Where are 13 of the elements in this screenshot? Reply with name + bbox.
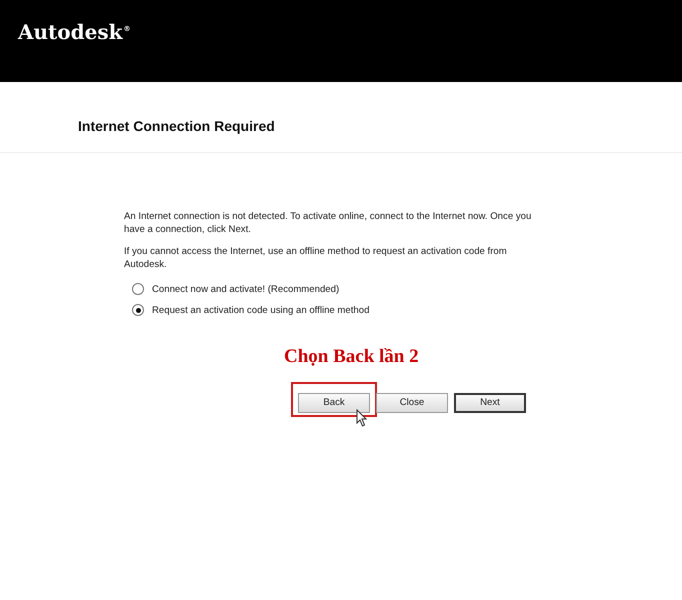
page-title: Internet Connection Required <box>78 117 275 134</box>
cursor-icon <box>356 409 368 427</box>
message-text: An Internet connection is not detected. To activate online, connect to the Internet now. Once you have a connection, click Next. <box>124 210 532 236</box>
radio-button[interactable] <box>132 283 144 295</box>
logo: Autodesk$^{®}$ <box>18 20 130 44</box>
message-text: If you cannot access the Internet, use an offline method to request an activation code from Autodesk. <box>124 245 508 271</box>
back-button[interactable]: Back <box>298 392 370 412</box>
radio-option[interactable]: Connect now and activate! (Recommended) <box>132 283 340 295</box>
annotation-text: Chọn Back lần 2 <box>284 346 419 368</box>
radio-button[interactable] <box>132 304 144 316</box>
close-button[interactable]: Close <box>376 392 448 412</box>
radio-option[interactable]: Request an activation code using an offline method <box>132 304 370 316</box>
next-button[interactable]: Next <box>454 392 526 412</box>
